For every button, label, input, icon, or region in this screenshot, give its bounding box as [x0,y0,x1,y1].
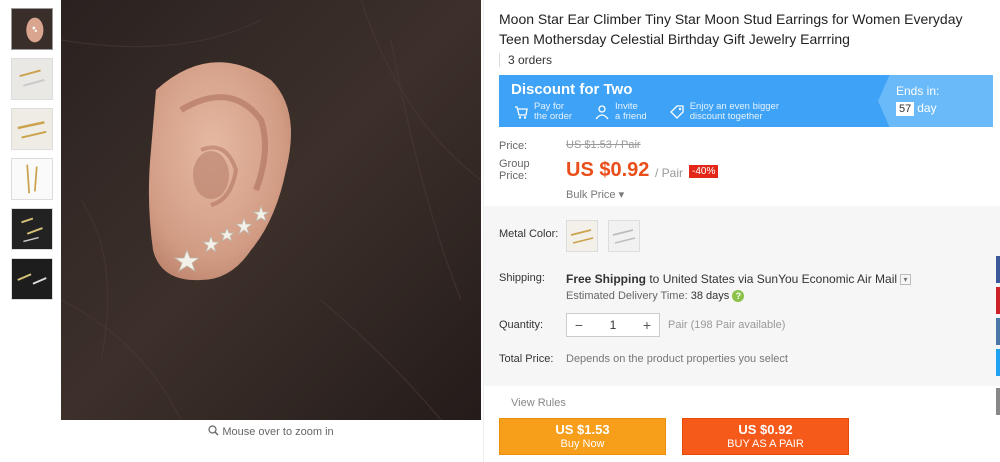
quantity-available: Pair (198 Pair available) [668,319,786,331]
pinterest-share-icon[interactable] [996,287,1000,314]
more-share-icon[interactable] [996,388,1000,415]
delivery-info: Estimated Delivery Time: 38 days ? [566,290,745,303]
total-price-text: Depends on the product properties you se… [566,353,788,365]
discount-badge: -40% [689,165,719,178]
group-price: US $0.92 [566,159,650,181]
buy-now-label: Buy Now [560,438,605,450]
person-icon [594,104,610,120]
discount-step: Invite a friend [594,101,647,123]
color-swatch-gold[interactable] [566,220,598,252]
magnifier-icon [208,425,219,439]
vk-share-icon[interactable] [996,318,1000,345]
color-swatch-silver[interactable] [608,220,640,252]
thumbnail-5[interactable] [11,208,53,250]
discount-step: Enjoy an even bigger discount together [669,101,779,123]
facebook-share-icon[interactable] [996,256,1000,283]
product-options: Metal Color: Shipping: Free Shipping to … [484,206,1000,386]
thumbnail-4[interactable] [11,158,53,200]
quantity-decrease-button[interactable]: − [567,314,591,336]
bulk-price-toggle[interactable]: Bulk Price ▾ [566,188,624,201]
thumbnail-list [11,8,53,308]
buy-now-button[interactable]: US $1.53 Buy Now [499,418,666,455]
ends-days: 57 day [896,101,937,116]
step-line: the order [534,111,573,122]
ear-photo [61,0,481,420]
thumbnail-1[interactable] [11,8,53,50]
group-price-label: Group Price: [499,158,530,182]
main-product-image[interactable] [61,0,481,420]
original-price: US $1.53 / Pair [566,139,641,151]
group-label-line: Group [499,158,530,170]
quantity-stepper: − + [566,313,660,337]
buy-pair-label: BUY AS A PAIR [727,438,804,450]
group-label-line: Price: [499,170,528,182]
price-unit: / Pair [655,166,684,180]
cart-icon [513,104,529,120]
metal-color-label: Metal Color: [499,228,559,240]
thumbnail-2[interactable] [11,58,53,100]
step-line: a friend [615,111,647,122]
tag-icon [669,104,685,120]
product-title: Moon Star Ear Climber Tiny Star Moon Stu… [499,11,963,47]
ends-label: Ends in: [896,84,940,98]
quantity-increase-button[interactable]: + [635,314,659,336]
total-price-label: Total Price: [499,353,554,365]
shipping-label: Shipping: [499,272,545,284]
delivery-label: Estimated Delivery Time: [566,290,688,302]
shipping-dropdown-icon[interactable]: ▾ [900,274,912,286]
price-label: Price: [499,140,528,152]
help-icon[interactable]: ? [732,290,745,303]
discount-steps: Pay for the order Invite a friend Enjoy an… [513,101,801,123]
zoom-hint: Mouse over to zoom in [61,425,481,439]
delivery-days: 38 days [690,290,730,302]
buy-pair-price: US $0.92 [738,422,793,437]
zoom-hint-text: Mouse over to zoom in [222,425,334,438]
ends-days-number: 57 [896,102,915,116]
discount-for-two-banner[interactable]: Discount for Two Pay for the order Invite… [499,75,993,127]
shipping-info: Free Shipping to United States via SunYo… [566,272,912,286]
discount-title: Discount for Two [511,81,633,98]
free-shipping: Free Shipping [566,272,647,286]
view-rules-link[interactable]: View Rules [511,397,566,409]
buy-as-pair-button[interactable]: US $0.92 BUY AS A PAIR [682,418,849,455]
twitter-share-icon[interactable] [996,349,1000,376]
shipping-destination: to United States via SunYou Economic Air… [646,272,898,286]
quantity-label: Quantity: [499,319,544,331]
step-line: discount together [689,111,763,122]
ends-days-unit: day [917,101,937,115]
thumbnail-6[interactable] [11,258,53,300]
quantity-input[interactable] [591,314,635,336]
countdown: Ends in: 57 day [878,75,993,127]
buy-now-price: US $1.53 [555,422,610,437]
discount-step: Pay for the order [513,101,572,123]
order-count: 3 orders [499,53,552,67]
thumbnail-3[interactable] [11,108,53,150]
